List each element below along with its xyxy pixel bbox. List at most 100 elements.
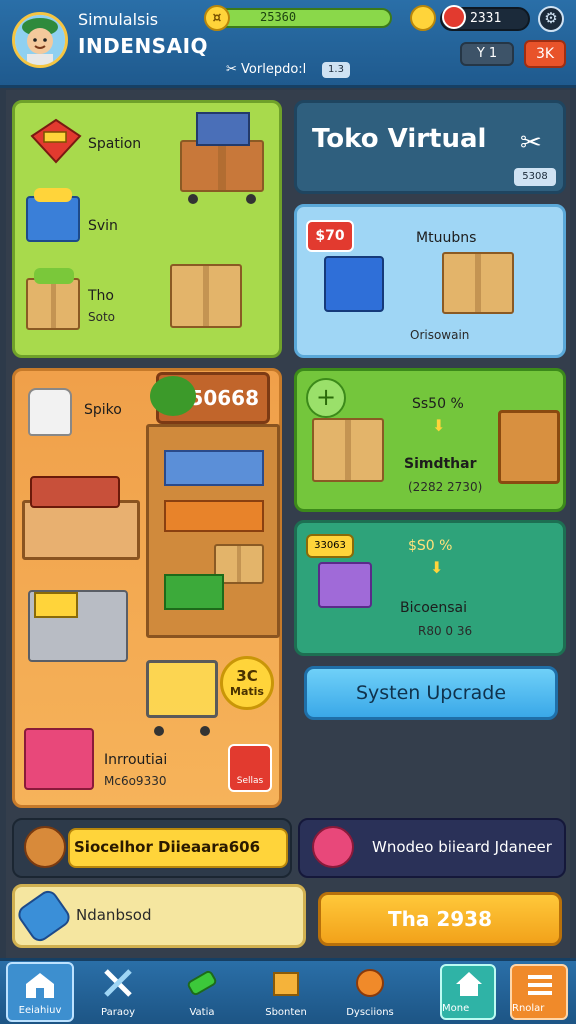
produce-crate-icon[interactable] [26, 278, 80, 330]
storage-item-label-1: Spation [88, 136, 142, 152]
produce-basket-icon [164, 574, 224, 610]
nav-label: Dysciions [346, 1007, 394, 1018]
coin-value: 25360 [260, 10, 297, 24]
storage-item-label-2: Svin [88, 218, 118, 234]
nav-label: Eeiahiuv [18, 1005, 62, 1016]
player-name: INDENSAIQ [78, 34, 209, 58]
clock-icon [410, 5, 436, 31]
cart-wheel-icon [154, 726, 164, 736]
cardboard-box-icon [442, 252, 514, 314]
fruit-icon [34, 188, 72, 202]
shelf-goods-icon [164, 450, 264, 486]
books-icon [196, 112, 250, 146]
crate-cart-icon[interactable] [180, 140, 264, 192]
jar-icon [28, 388, 72, 436]
wrench-icon: ✂ [226, 62, 242, 77]
product-box-icon [34, 592, 78, 618]
green-panel-title: Simdthar [404, 456, 477, 472]
game-title: Toko Virtual [312, 124, 487, 154]
settings-icon[interactable]: ⚙ [538, 6, 564, 32]
version-label: ✂ Vorlepdo:l [226, 62, 306, 77]
blue-bin-icon[interactable] [26, 196, 80, 242]
promo-strip-1-text: Siocelhor Diieaara606 [74, 838, 261, 856]
coin-icon: ¤ [204, 5, 230, 31]
cardboard-box-icon [312, 418, 384, 482]
nav-item-battery[interactable]: Vatia [168, 962, 236, 1022]
header-secondary-button[interactable]: Y 1 [460, 42, 514, 66]
purple-basket-icon [318, 562, 372, 608]
nav-item-warehouse[interactable]: Eeiahiuv [6, 962, 74, 1022]
version-text: Vorlepdo:l [241, 62, 307, 77]
wheel-icon [246, 194, 256, 204]
counter-icon [22, 500, 140, 560]
promo-strip-3-text: Ndanbsod [76, 906, 152, 924]
time-value: 2331 [470, 11, 502, 26]
nav-label: Paraoy [101, 1007, 135, 1018]
timer-icon [442, 5, 466, 29]
spices-icon [30, 476, 120, 508]
blue-panel-sub: Orisowain [410, 328, 470, 342]
storage-item-sub-3: Soto [88, 310, 116, 324]
wheel-icon [188, 194, 198, 204]
action-button[interactable]: Tha 2938 [318, 892, 562, 946]
gift-box-icon[interactable] [24, 728, 94, 790]
promo-strip-2-text: Wnodeo biieard Jdaneer [372, 838, 552, 856]
avatar-face-icon [15, 15, 65, 65]
teal-panel-percent: $S0 % [408, 538, 453, 554]
toolbox-icon [30, 118, 82, 164]
player-subtitle: Simulalsis [78, 10, 159, 29]
storage-item-title-3: Tho [88, 288, 114, 304]
basket-icon [498, 410, 560, 484]
nav-item-tools[interactable]: Paraoy [84, 962, 152, 1022]
blue-panel-title: Mtuubns [416, 230, 477, 246]
nav-item-storage[interactable]: Sbonten [252, 962, 320, 1022]
teal-panel-title: Bicoensai [400, 600, 468, 616]
blue-crate-icon [324, 256, 384, 312]
nav-label: Vatia [189, 1007, 215, 1018]
bottles-icon [164, 500, 264, 532]
shopping-cart-icon[interactable] [146, 660, 218, 718]
green-panel-sub: (2282 2730) [408, 480, 483, 494]
warehouse-icon [23, 970, 57, 1000]
sell-button-label: Sellas [236, 776, 264, 786]
menu-icon [526, 972, 554, 1002]
ball-icon [353, 968, 387, 998]
green-panel-percent: Ss50 % [412, 396, 464, 412]
header-primary-button[interactable]: 3K [524, 40, 566, 68]
gold-coin-value: 3C [236, 667, 258, 685]
price-tag-red: $70 [306, 220, 354, 252]
nav-label: Mone [442, 1003, 470, 1014]
home-icon [454, 970, 484, 1002]
cart-wheel-icon [200, 726, 210, 736]
gift-icon [312, 826, 354, 868]
store-item-sub: Mc6o9330 [104, 774, 167, 788]
arrow-down-icon: ⬇ [430, 558, 444, 577]
tools-icon[interactable]: ✂ [520, 128, 542, 158]
coin-bar [206, 8, 392, 28]
nav-item-menu[interactable]: Rnolar [510, 964, 568, 1020]
empty-area [298, 728, 564, 806]
store-label-spike: Spiko [84, 402, 122, 418]
tools-icon [101, 968, 135, 998]
gold-coin-label: Matis [230, 685, 264, 698]
nav-label: Sbonten [265, 1007, 307, 1018]
add-icon[interactable]: + [306, 378, 346, 418]
plant-icon [150, 376, 196, 416]
player-avatar[interactable] [12, 12, 68, 68]
title-code: 5308 [514, 168, 556, 186]
teal-panel-sub: R80 0 36 [418, 624, 473, 638]
version-badge: 1.3 [322, 62, 350, 78]
nav-label: Rnolar [512, 1003, 545, 1014]
vegetable-icon [34, 268, 74, 284]
arrow-down-icon: ⬇ [432, 416, 446, 435]
nav-item-options[interactable]: Dysciions [336, 962, 404, 1022]
system-upgrade-button[interactable]: Systen Upcrade [304, 666, 558, 720]
gold-coin-badge[interactable]: 3C Matis [220, 656, 274, 710]
cardboard-box-icon[interactable] [170, 264, 242, 328]
nav-item-home[interactable]: Mone [440, 964, 496, 1020]
battery-icon [185, 968, 219, 998]
store-item-title: Inrroutiai [104, 752, 168, 768]
sell-button[interactable]: Sellas [228, 744, 272, 792]
teal-badge: 33063 [306, 534, 354, 558]
fruit-basket-icon [24, 826, 66, 868]
